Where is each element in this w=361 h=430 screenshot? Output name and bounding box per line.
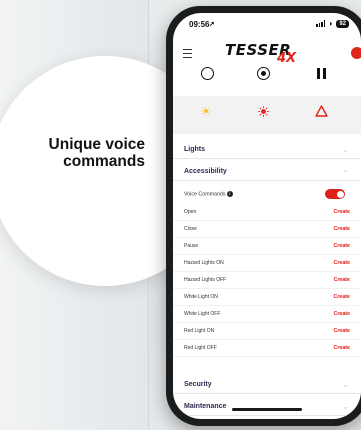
command-row: Red Light ON Create bbox=[173, 322, 361, 340]
hazard-icon[interactable] bbox=[315, 105, 328, 117]
create-command-button[interactable]: Create bbox=[334, 328, 351, 334]
command-label: Red Light ON bbox=[184, 328, 215, 334]
chevron-down-icon: ⌄ bbox=[342, 145, 349, 154]
section-accessibility[interactable]: Accessibility ⌃ bbox=[173, 164, 361, 181]
section-lights[interactable]: Lights ⌄ bbox=[173, 142, 361, 159]
chevron-down-icon: ⌄ bbox=[342, 380, 349, 389]
command-row: Hazard Lights OFF Create bbox=[173, 271, 361, 289]
command-label: Hazard Lights ON bbox=[184, 260, 224, 266]
command-label: Close bbox=[184, 226, 197, 232]
create-command-button[interactable]: Create bbox=[334, 345, 351, 351]
feature-headline-line-1: Unique voice bbox=[48, 136, 145, 153]
info-icon[interactable]: i bbox=[226, 191, 233, 197]
section-security-label: Security bbox=[184, 381, 212, 388]
light-mode-bar bbox=[173, 96, 361, 134]
signal-icon bbox=[316, 20, 326, 27]
chevron-down-icon: ⌄ bbox=[342, 402, 349, 411]
pause-icon[interactable] bbox=[317, 68, 327, 79]
home-indicator[interactable] bbox=[232, 408, 302, 411]
create-command-button[interactable]: Create bbox=[334, 277, 351, 283]
command-label: White Light ON bbox=[184, 294, 218, 300]
voice-commands-toggle[interactable] bbox=[325, 189, 345, 199]
section-accessibility-label: Accessibility bbox=[184, 168, 227, 175]
command-label: White Light OFF bbox=[184, 311, 221, 317]
transport-controls bbox=[173, 63, 361, 87]
chevron-up-icon: ⌃ bbox=[342, 169, 349, 178]
location-arrow-icon: ➚ bbox=[209, 21, 215, 28]
command-row: Hazard Lights ON Create bbox=[173, 254, 361, 272]
create-command-button[interactable]: Create bbox=[334, 294, 351, 300]
alert-icon[interactable] bbox=[351, 47, 361, 59]
voice-commands-row: Voice Commands i bbox=[173, 187, 361, 201]
create-command-button[interactable]: Create bbox=[334, 260, 351, 266]
dim-light-icon[interactable] bbox=[201, 106, 211, 116]
command-label: Hazard Lights OFF bbox=[184, 277, 227, 283]
menu-icon[interactable] bbox=[183, 49, 192, 61]
feature-headline: Unique voice commands bbox=[28, 136, 145, 170]
command-row: Close Create bbox=[173, 220, 361, 238]
section-maintenance-label: Maintenance bbox=[184, 403, 227, 410]
create-command-button[interactable]: Create bbox=[334, 226, 351, 232]
phone-frame: 09:56 ➚ ◗ 92 TESSER 4X Lights ⌄ Accessib… bbox=[166, 6, 361, 426]
section-lights-label: Lights bbox=[184, 146, 205, 153]
status-bar: 09:56 ➚ ◗ 92 bbox=[173, 13, 361, 35]
record-icon[interactable] bbox=[257, 67, 270, 80]
section-security[interactable]: Security ⌄ bbox=[173, 377, 361, 394]
battery-indicator: 92 bbox=[336, 19, 349, 28]
feature-headline-line-2: commands bbox=[63, 153, 145, 170]
stop-icon[interactable] bbox=[201, 67, 214, 80]
command-label: Open bbox=[184, 209, 197, 215]
create-command-button[interactable]: Create bbox=[334, 209, 351, 215]
status-icons: ◗ 92 bbox=[316, 19, 349, 28]
command-label: Red Light OFF bbox=[184, 345, 217, 351]
command-row: White Light ON Create bbox=[173, 288, 361, 306]
command-label: Pause bbox=[184, 243, 199, 249]
bright-light-icon[interactable] bbox=[258, 106, 269, 117]
command-row: Pause Create bbox=[173, 237, 361, 255]
voice-commands-label: Voice Commands i bbox=[184, 191, 233, 197]
create-command-button[interactable]: Create bbox=[334, 243, 351, 249]
status-time: 09:56 bbox=[189, 20, 210, 29]
wifi-icon: ◗ bbox=[328, 19, 334, 28]
command-row: White Light OFF Create bbox=[173, 305, 361, 323]
command-row: Open Create bbox=[173, 203, 361, 221]
command-row: Red Light OFF Create bbox=[173, 339, 361, 357]
create-command-button[interactable]: Create bbox=[334, 311, 351, 317]
phone-screen: 09:56 ➚ ◗ 92 TESSER 4X Lights ⌄ Accessib… bbox=[173, 13, 361, 419]
